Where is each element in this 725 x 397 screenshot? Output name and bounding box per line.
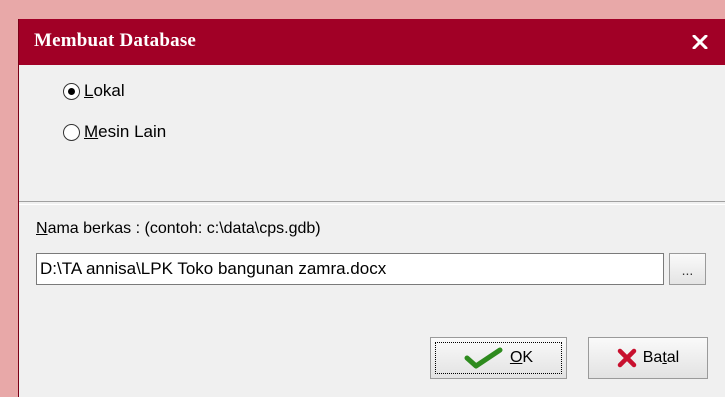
close-icon	[692, 35, 708, 49]
radio-mesin-lain-button[interactable]	[63, 123, 80, 141]
browse-button[interactable]: ...	[669, 253, 706, 285]
file-path-input[interactable]	[36, 253, 664, 285]
radio-selected-dot	[68, 87, 75, 95]
section-divider	[19, 201, 725, 205]
radio-mesin-lain-label: Mesin Lain	[84, 122, 167, 141]
ok-button[interactable]: OK	[430, 337, 567, 379]
dialog-title: Membuat Database	[34, 30, 197, 51]
close-button[interactable]	[688, 30, 712, 54]
create-database-dialog: Membuat Database Lokal Mesin Lain Nama b…	[18, 19, 725, 397]
x-icon	[617, 348, 637, 368]
radio-lokal-button[interactable]	[63, 82, 80, 100]
cancel-label: Batal	[642, 349, 680, 366]
focus-rectangle	[435, 342, 562, 374]
file-name-label: Nama berkas : (contoh: c:\data\cps.gdb)	[36, 220, 321, 237]
title-bar[interactable]: Membuat Database	[19, 19, 725, 65]
radio-mesin-lain[interactable]: Mesin Lain	[63, 122, 166, 142]
radio-lokal-label: Lokal	[84, 81, 125, 100]
cancel-button[interactable]: Batal	[588, 337, 708, 379]
radio-lokal[interactable]: Lokal	[63, 81, 125, 101]
